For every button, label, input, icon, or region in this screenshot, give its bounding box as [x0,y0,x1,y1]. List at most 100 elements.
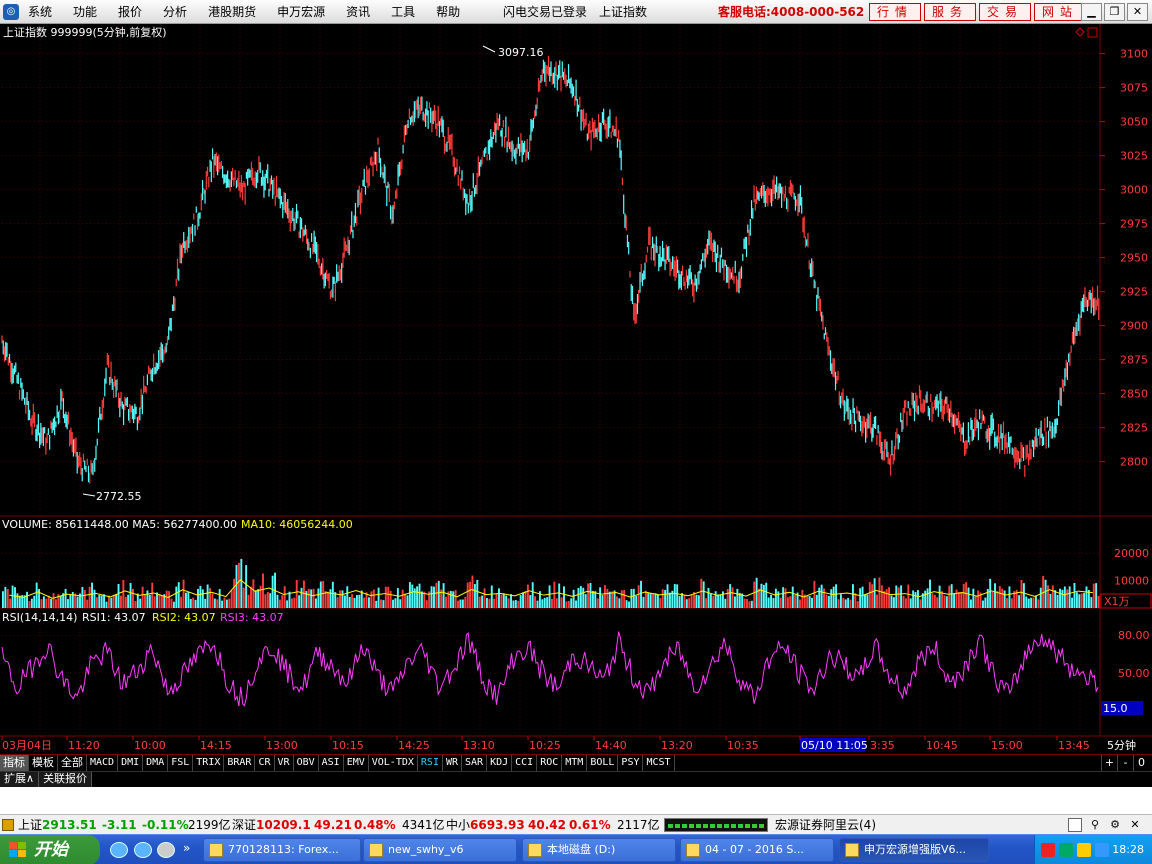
indicator-tab-15[interactable]: RSI [418,755,443,771]
volume-bar [1020,579,1023,608]
menu-item-3[interactable]: 分析 [163,0,187,24]
taskbar-item-3[interactable]: 04 - 07 - 2016 S... [680,838,834,862]
indicator-tab-23[interactable]: PSY [618,755,644,771]
volume-bar [1047,585,1049,608]
app-logo-icon[interactable]: ◎ [3,4,19,20]
broker-server[interactable]: 宏源证券阿里云(4) [775,815,876,835]
security-icon[interactable] [1077,843,1091,857]
volume-bar [789,596,792,608]
volume-bar [587,583,590,608]
signal-icon[interactable]: ⚲ [1088,818,1102,832]
indicator-tab-4[interactable]: DMI [118,755,144,771]
volume-bar [98,595,101,608]
menu-item-7[interactable]: 工具 [391,0,415,24]
indicator-tab-5[interactable]: DMA [143,755,169,771]
menu-item-0[interactable]: 系统 [28,0,52,24]
quicklaunch-more-icon[interactable]: » [183,841,190,855]
indicator-tab-8[interactable]: BRAR [224,755,256,771]
volume-bar [266,592,269,608]
indicator-tab-11[interactable]: OBV [294,755,319,771]
ie-icon[interactable] [110,842,128,858]
volume-bar [656,594,659,608]
indicator-tab-17[interactable]: SAR [462,755,488,771]
taskbar-item-4[interactable]: 申万宏源增强版V6... [839,838,989,862]
indicator-tab-21[interactable]: MTM [562,755,588,771]
indicator-tab-2[interactable]: 全部 [58,755,87,771]
menu-item-8[interactable]: 帮助 [436,0,460,24]
time-axis-label: 03月04日 [2,739,52,752]
price-tick-label: 2800 [1120,456,1148,469]
volume-bar [640,580,642,608]
sz-change: 49.21 [314,818,352,832]
volume-bar [972,588,975,608]
volume-bar [240,558,243,608]
volume-bar [529,595,532,608]
indicator-tab-22[interactable]: BOLL [587,755,619,771]
quick-button-0[interactable]: 行情 [869,3,922,21]
indicator-tab-18[interactable]: KDJ [487,755,513,771]
indicator-tab-24[interactable]: MCST [643,755,675,771]
tab-control-2[interactable]: 0 [1133,755,1149,771]
indicator-tab-16[interactable]: WR [443,755,463,771]
quick-button-2[interactable]: 交易 [979,3,1032,21]
menu-item-6[interactable]: 资讯 [346,0,370,24]
menu-item-2[interactable]: 报价 [118,0,142,24]
menu-item-4[interactable]: 港股期货 [208,0,256,24]
volume-bar [729,584,732,608]
indicator-tab-0[interactable]: 指标 [0,755,29,771]
price-chart-svg[interactable]: 3100 3075 3050 3025 3000 2975 2950 2925 2900 2875… [0,24,1152,754]
ext-tab-1[interactable]: 关联报价 [39,772,93,787]
tab-control-1[interactable]: - [1117,755,1133,771]
indicator-tab-6[interactable]: FSL [168,755,194,771]
indicator-tab-bar: 指标 模板 全部 MACD DMI DMA FSL TRIX BRAR CR VR OBV ASI EMV… [0,754,1152,771]
menu-item-5[interactable]: 申万宏源 [277,0,325,24]
volume-bar [307,588,310,608]
indicator-tab-3[interactable]: MACD [87,755,119,771]
empty-panel [0,787,1152,814]
close-small-icon[interactable]: ✕ [1128,818,1142,832]
indicator-tab-10[interactable]: VR [275,755,294,771]
close-icon[interactable]: ✕ [1127,3,1148,21]
ie-icon-2[interactable] [134,842,152,858]
indicator-tab-9[interactable]: CR [255,755,275,771]
taskbar-item-0[interactable]: 770128113: Forex... [203,838,361,862]
volume-bar [52,593,55,608]
start-button[interactable]: 开始 [0,835,100,864]
indicator-tab-19[interactable]: CCI [512,755,538,771]
message-icon[interactable] [1068,818,1082,832]
app-quicklaunch-icon[interactable] [157,842,175,858]
volume-bar [33,595,36,608]
volume-bar [1054,590,1057,608]
volume-bar [765,582,768,608]
chart-area[interactable]: 3100 3075 3050 3025 3000 2975 2950 2925 2900 2875… [0,24,1152,754]
network-icon[interactable] [1059,843,1073,857]
minimize-icon[interactable]: ▁ [1081,3,1102,21]
volume-bar [652,593,655,608]
volume-bar [132,588,134,608]
period-label: 5分钟 [1107,738,1136,752]
volume-bar [753,581,756,608]
ime-icon[interactable] [1041,843,1055,857]
volume-bar [95,597,98,608]
volume-bar [107,595,110,608]
volume-bar [991,591,994,608]
volume-bar [1049,593,1052,608]
indicator-tab-1[interactable]: 模板 [29,755,58,771]
taskbar-item-2[interactable]: 本地磁盘 (D:) [522,838,676,862]
tab-control-0[interactable]: + [1101,755,1117,771]
status-lock-icon[interactable] [2,819,14,831]
ext-tab-0[interactable]: 扩展∧ [0,772,40,787]
indicator-tab-7[interactable]: TRIX [193,755,225,771]
settings-gear-icon[interactable]: ⚙ [1108,818,1122,832]
indicator-tab-20[interactable]: ROC [537,755,563,771]
quick-button-1[interactable]: 服务 [924,3,977,21]
restore-icon[interactable]: ❐ [1104,3,1125,21]
menu-item-1[interactable]: 功能 [73,0,97,24]
taskbar-item-1[interactable]: new_swhy_v6 [363,838,517,862]
volume-bar [469,581,472,608]
indicator-tab-12[interactable]: ASI [319,755,344,771]
volume-bar [358,594,361,608]
shield-icon[interactable] [1095,843,1109,857]
indicator-tab-13[interactable]: EMV [344,755,369,771]
indicator-tab-14[interactable]: VOL-TDX [369,755,418,771]
